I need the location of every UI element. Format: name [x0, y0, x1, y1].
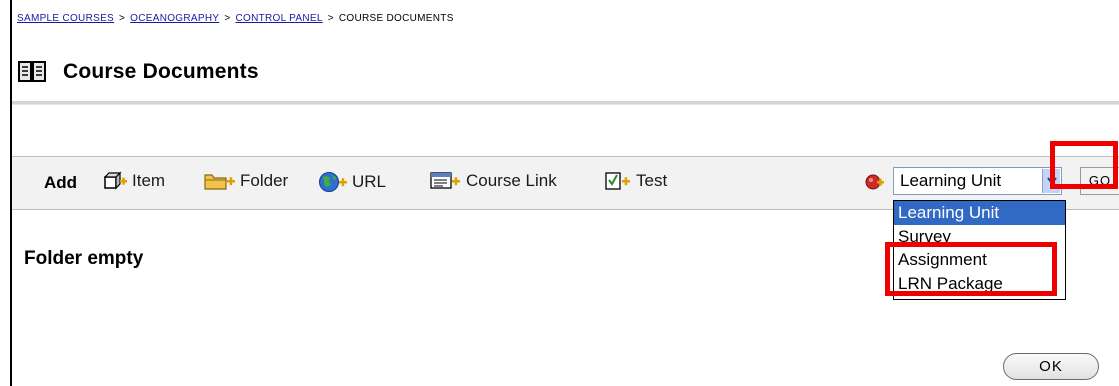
add-url-button[interactable]: URL	[318, 171, 386, 193]
breadcrumb-link-oceanography[interactable]: OCEANOGRAPHY	[130, 13, 219, 24]
breadcrumb-separator: >	[119, 13, 126, 24]
add-course-link-button[interactable]: Course Link	[430, 171, 557, 191]
add-folder-button[interactable]: Folder	[204, 171, 288, 191]
page-header: Course Documents	[18, 57, 259, 87]
breadcrumb-link-control-panel[interactable]: CONTROL PANEL	[235, 13, 322, 24]
ok-button[interactable]: OK	[1003, 353, 1099, 380]
book-icon	[18, 61, 46, 82]
add-other-icon	[865, 174, 884, 190]
breadcrumb-current: COURSE DOCUMENTS	[338, 13, 454, 24]
breadcrumb-link-sample-courses[interactable]: SAMPLE COURSES	[17, 13, 114, 24]
breadcrumb-separator: >	[327, 13, 334, 24]
add-course-link-label: Course Link	[466, 171, 557, 190]
add-folder-label: Folder	[240, 171, 289, 190]
option-learning-unit[interactable]: Learning Unit	[894, 201, 1065, 225]
globe-icon	[319, 172, 347, 192]
folder-icon	[204, 174, 235, 190]
add-item-label: Item	[132, 171, 166, 190]
highlight-box-go	[1050, 141, 1118, 189]
item-icon	[104, 171, 127, 190]
add-url-label: URL	[352, 172, 387, 191]
breadcrumb-separator: >	[224, 13, 231, 24]
course-link-icon	[430, 172, 460, 189]
empty-folder-message: Folder empty	[24, 248, 144, 269]
highlight-box-assignment	[885, 242, 1057, 296]
title-divider	[12, 101, 1119, 105]
page-title: Course Documents	[63, 60, 259, 83]
add-test-button[interactable]: Test	[604, 171, 667, 191]
content-type-select[interactable]: Learning Unit	[893, 167, 1062, 195]
breadcrumb: SAMPLE COURSES > OCEANOGRAPHY > CONTROL PANE…	[17, 13, 454, 24]
test-icon	[605, 172, 630, 190]
add-test-label: Test	[636, 171, 668, 190]
add-label: Add	[44, 173, 78, 192]
add-item-button[interactable]: Item	[104, 171, 165, 191]
content-type-select-value: Learning Unit	[900, 171, 1002, 190]
